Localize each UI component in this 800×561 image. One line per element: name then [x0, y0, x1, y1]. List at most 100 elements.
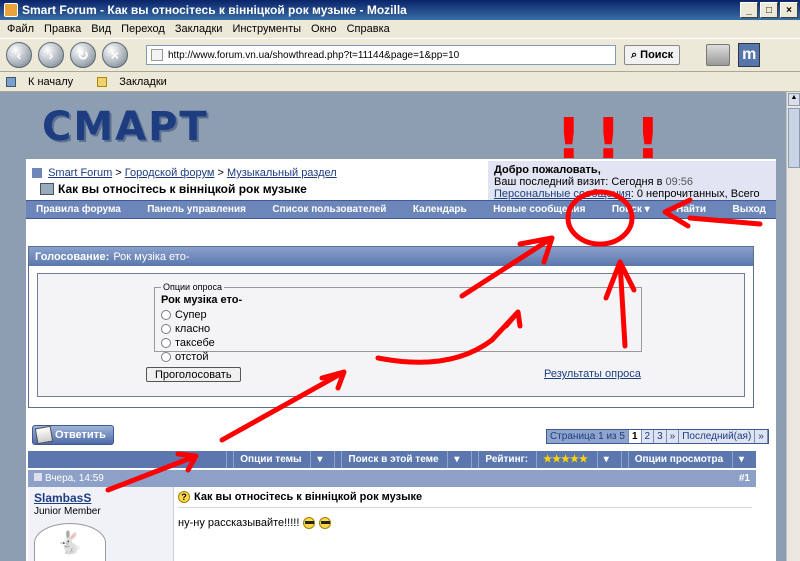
menu-help[interactable]: Справка — [342, 23, 395, 35]
nav-new-posts[interactable]: Новые сообщения — [493, 204, 585, 215]
view-options-label: Опции просмотра — [627, 451, 729, 468]
bookmark-folder-label: Закладки — [119, 75, 167, 88]
page-last[interactable]: Последний(ая) — [679, 430, 756, 443]
forward-button[interactable]: › — [38, 42, 64, 68]
breadcrumb-city-link[interactable]: Городской форум — [125, 167, 215, 179]
post-body: ? Как вы относітесь к вінніцкой рок музык… — [178, 491, 752, 529]
poll-option[interactable]: Супер — [161, 308, 635, 322]
question-icon: ? — [178, 491, 190, 503]
vote-button[interactable]: Проголосовать — [146, 367, 241, 382]
post-text: ну-ну рассказывайте!!!!! — [178, 517, 300, 529]
address-url: http://www.forum.vn.ua/showthread.php?t=… — [168, 49, 460, 61]
search-go-button[interactable]: ⌕ Поиск — [624, 45, 681, 65]
poll-header-label: Голосование: — [35, 250, 110, 263]
close-button[interactable]: × — [780, 2, 798, 18]
rating-label: Рейтинг: — [478, 451, 534, 468]
menu-window[interactable]: Окно — [306, 23, 342, 35]
vertical-scrollbar[interactable]: ▲ — [786, 92, 800, 561]
page-link-current: 1 — [628, 430, 642, 443]
post-header: Вчера, 14:59 #1 — [28, 470, 756, 487]
print-icon[interactable] — [706, 44, 731, 66]
nav-search-label: Поиск — [611, 204, 642, 215]
page-next[interactable]: » — [666, 430, 680, 443]
radio-button[interactable] — [161, 310, 171, 320]
nav-search[interactable]: Поиск ▾ — [612, 204, 650, 215]
page-link[interactable]: 3 — [654, 430, 667, 443]
menu-go[interactable]: Переход — [116, 23, 170, 35]
nav-logout[interactable]: Выход — [733, 204, 766, 215]
private-messages-link[interactable]: Персональные сообщения — [494, 188, 631, 200]
menu-bookmarks[interactable]: Закладки — [170, 23, 228, 35]
nav-members-list[interactable]: Список пользователей — [272, 204, 386, 215]
page-link[interactable]: 2 — [641, 430, 655, 443]
poll-option[interactable]: отстой — [161, 350, 635, 364]
menu-edit[interactable]: Правка — [39, 23, 86, 35]
menu-view[interactable]: Вид — [86, 23, 116, 35]
nav-rules[interactable]: Правила форума — [36, 204, 121, 215]
chevron-down-icon: ▾ — [731, 451, 750, 468]
reply-button[interactable]: Ответить — [32, 425, 114, 445]
thread-title: Как вы относітесь к вінніцкой рок музыке — [58, 182, 307, 196]
menu-file[interactable]: Файл — [2, 23, 39, 35]
search-thread-menu[interactable]: Поиск в этой теме ▾ — [334, 451, 471, 468]
post-author-title: Junior Member — [34, 506, 101, 517]
address-bar[interactable]: http://www.forum.vn.ua/showthread.php?t=… — [146, 45, 616, 65]
search-go-label: Поиск — [640, 49, 674, 61]
cool-smiley-icon — [303, 517, 316, 529]
welcome-panel: Добро пожаловать, Ваш последний визит: С… — [488, 161, 776, 212]
scroll-up-arrow-icon[interactable]: ▲ — [788, 93, 800, 106]
post-author-pane: SlambasS Junior Member 🐇 — [28, 487, 174, 561]
poll-results-link[interactable]: Результаты опроса — [544, 368, 641, 380]
bookmarks-toolbar: К началу Закладки — [0, 72, 800, 92]
window-title: Smart Forum - Как вы относітесь к вінніц… — [22, 3, 407, 17]
minimize-button[interactable]: _ — [740, 2, 758, 18]
view-options-menu[interactable]: Опции просмотра ▾ — [620, 451, 756, 468]
avatar: 🐇 — [34, 523, 106, 561]
scrollbar-thumb[interactable] — [788, 108, 800, 168]
rating-stars-icon: ★★★★★ — [536, 451, 594, 468]
back-button[interactable]: ‹ — [6, 42, 32, 68]
nav-calendar[interactable]: Календарь — [413, 204, 467, 215]
pagination: Страница 1 из 5 1 2 3 » Последний(ая) » — [546, 429, 769, 444]
reply-label: Ответить — [55, 429, 106, 441]
poll-option[interactable]: таксебе — [161, 336, 635, 350]
reload-button[interactable]: ↻ — [70, 42, 96, 68]
page-icon — [151, 49, 163, 61]
poll-option[interactable]: класно — [161, 322, 635, 336]
post-number[interactable]: #1 — [739, 473, 750, 484]
forum-icon — [32, 168, 42, 179]
stop-button[interactable]: × — [102, 42, 128, 68]
window-titlebar: Smart Forum - Как вы относітесь к вінніц… — [0, 0, 800, 20]
search-thread-label: Поиск в этой теме — [341, 451, 444, 468]
bookmark-home[interactable]: К началу — [6, 76, 85, 88]
poll-option-label: класно — [175, 323, 211, 335]
thread-options-menu[interactable]: Опции темы ▾ — [226, 451, 334, 468]
thread-options-label: Опции темы — [233, 451, 307, 468]
nav-control-panel[interactable]: Панель управления — [147, 204, 246, 215]
poll-options-legend: Опции опроса — [163, 282, 222, 292]
post-author-name[interactable]: SlambasS — [34, 491, 167, 505]
radio-button[interactable] — [161, 352, 171, 362]
rating-menu[interactable]: Рейтинг: ★★★★★ ▾ — [471, 451, 620, 468]
page-last-arrow[interactable]: » — [755, 430, 768, 443]
breadcrumb-music-link[interactable]: Музыкальный раздел — [227, 167, 337, 179]
bookmark-folder[interactable]: Закладки — [97, 76, 179, 88]
post-date: Вчера, 14:59 — [45, 473, 104, 484]
poll-option-label: отстой — [175, 351, 209, 363]
radio-button[interactable] — [161, 324, 171, 334]
maximize-button[interactable]: □ — [760, 2, 778, 18]
poll-option-label: Супер — [175, 309, 207, 321]
poll-panel: Опции опроса Рок музіка ето- Супер класн… — [37, 273, 745, 397]
welcome-greeting: Добро пожаловать, — [494, 164, 601, 176]
post-icon — [34, 473, 42, 481]
poll-header: Голосование: Рок музіка ето- — [29, 247, 753, 266]
pagination-label: Страница 1 из 5 — [547, 430, 629, 443]
menu-bar: Файл Правка Вид Переход Закладки Инструм… — [0, 20, 800, 38]
nav-find[interactable]: Найти — [676, 204, 706, 215]
poll-box: Голосование: Рок музіка ето- Опции опрос… — [28, 246, 754, 408]
menu-tools[interactable]: Инструменты — [227, 23, 306, 35]
radio-button[interactable] — [161, 338, 171, 348]
breadcrumb: Smart Forum > Городской форум > Музыкаль… — [32, 167, 484, 196]
poll-header-question: Рок музіка ето- — [113, 250, 190, 263]
breadcrumb-forum-link[interactable]: Smart Forum — [48, 167, 112, 179]
